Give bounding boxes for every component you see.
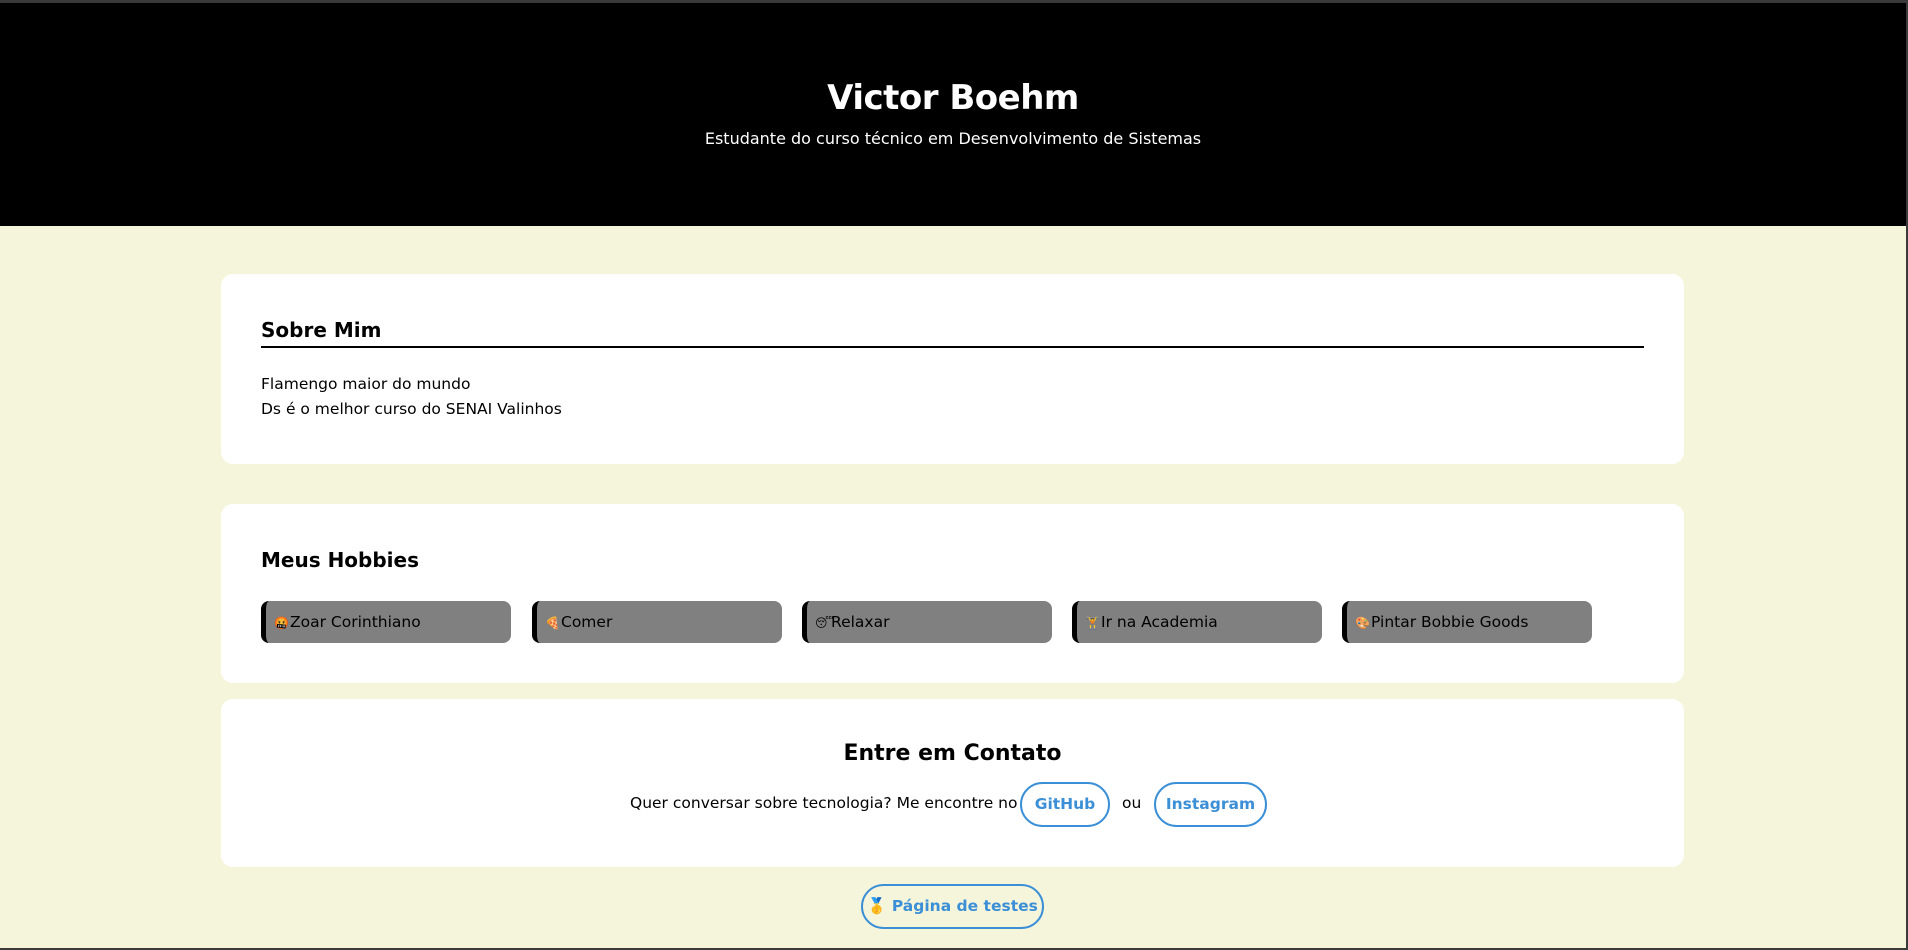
profile-subtitle: Estudante do curso técnico em Desenvolvi… — [704, 129, 1202, 148]
about-line: Flamengo maior do mundo — [261, 375, 471, 393]
hobby-item: 🤬Zoar Corinthiano — [261, 601, 511, 643]
hobby-label: Ir na Academia — [1101, 613, 1218, 631]
hobby-item: 🏋Ir na Academia — [1072, 601, 1322, 643]
hobby-label: Zoar Corinthiano — [290, 613, 421, 631]
page-header: Victor Boehm Estudante do curso técnico … — [0, 3, 1906, 226]
palette-icon: 🎨 — [1355, 616, 1370, 630]
hobby-label: Relaxar — [831, 613, 890, 631]
contact-title: Entre em Contato — [843, 741, 1062, 766]
about-line: Ds é o melhor curso do SENAI Valinhos — [261, 400, 562, 418]
about-divider — [261, 346, 1644, 348]
about-title: Sobre Mim — [261, 318, 382, 342]
angry-face-icon: 🤬 — [274, 616, 289, 630]
test-page-button[interactable]: 🥇 Página de testes — [861, 884, 1044, 929]
sleeping-face-icon: 😴 — [815, 616, 835, 630]
test-page-label: Página de testes — [891, 897, 1038, 915]
hobby-label: Comer — [561, 613, 613, 631]
hobby-item: 😴Relaxar — [802, 601, 1052, 643]
profile-name: Victor Boehm — [827, 78, 1079, 118]
hobbies-card: Meus Hobbies 🤬Zoar Corinthiano 🍕Comer 😴R… — [221, 504, 1684, 683]
medal-icon: 🥇 — [867, 897, 887, 915]
hobbies-title: Meus Hobbies — [261, 548, 420, 572]
contact-separator: ou — [1122, 794, 1142, 812]
contact-text: Quer conversar sobre tecnologia? Me enco… — [630, 794, 1018, 812]
about-card: Sobre Mim Flamengo maior do mundo Ds é o… — [221, 274, 1684, 464]
hobby-item: 🎨Pintar Bobbie Goods — [1342, 601, 1592, 643]
github-link[interactable]: GitHub — [1020, 782, 1110, 827]
hobby-item: 🍕Comer — [532, 601, 782, 643]
contact-card: Entre em Contato Quer conversar sobre te… — [221, 699, 1684, 867]
hobby-label: Pintar Bobbie Goods — [1371, 613, 1529, 631]
instagram-link[interactable]: Instagram — [1154, 782, 1267, 827]
pizza-icon: 🍕 — [545, 616, 560, 630]
weightlifter-icon: 🏋 — [1085, 616, 1100, 630]
